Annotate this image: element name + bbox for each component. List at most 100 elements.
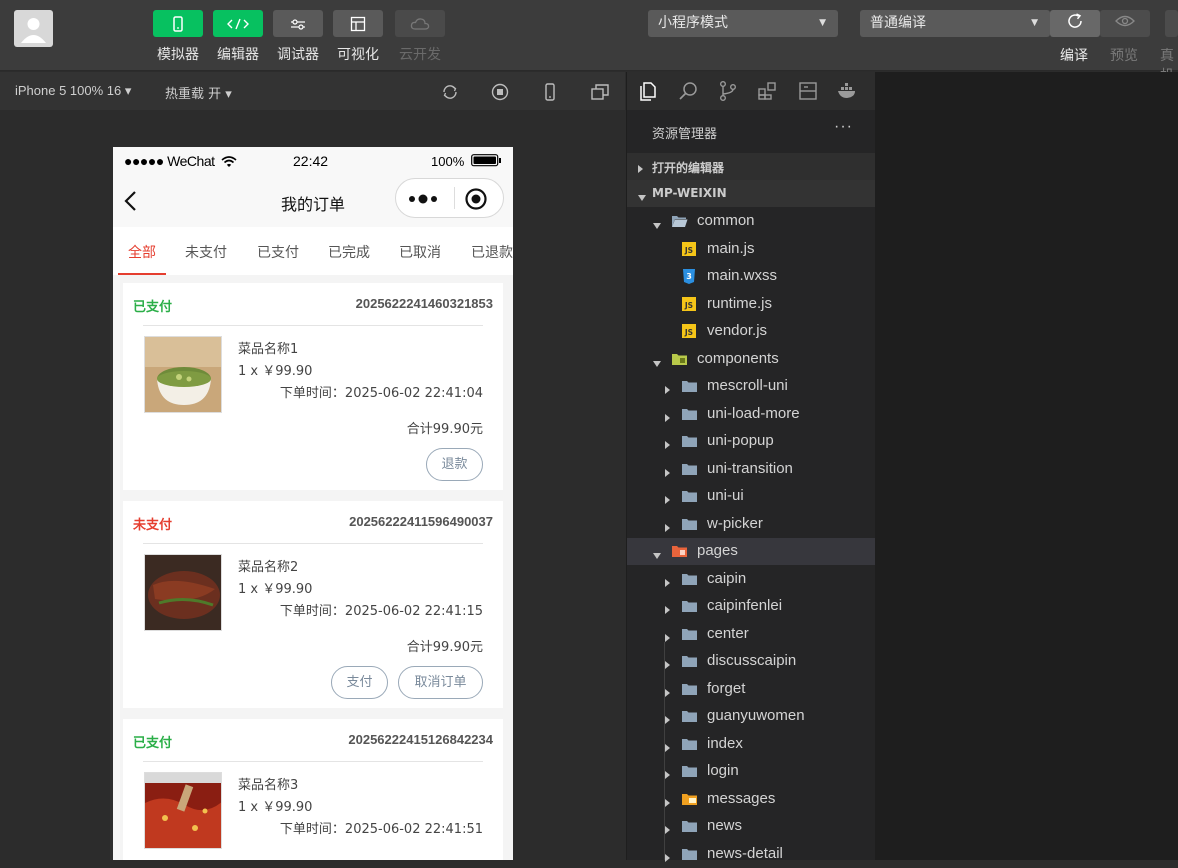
detach-window-icon[interactable] (589, 81, 611, 103)
tree-item-label: login (707, 762, 739, 779)
cloud-icon (395, 10, 445, 37)
record-icon[interactable] (489, 81, 511, 103)
hot-reload-toggle[interactable]: 热重载 开 ▾ (165, 83, 232, 102)
open-editors-section[interactable]: 打开的编辑器 (627, 153, 876, 180)
chevron-down-icon (652, 217, 662, 235)
cloud-tool[interactable]: 云开发 (395, 10, 445, 64)
refresh-icon (1066, 12, 1084, 35)
storage-icon[interactable] (797, 80, 819, 102)
search-icon[interactable] (677, 80, 699, 102)
folder-icon (681, 378, 698, 394)
folder-icon (681, 763, 698, 779)
refund-button[interactable]: 退款 (426, 448, 483, 481)
tree-folder-pages[interactable]: pages (627, 538, 876, 565)
tree-folder-common[interactable]: common (627, 208, 876, 235)
order-status: 已支付 (133, 300, 173, 315)
order-card[interactable]: 未支付 2025622241159649003​7 菜品名称2 1 x ￥99.… (123, 501, 503, 708)
phone-icon[interactable] (539, 81, 561, 103)
tree-folder-uni-ui[interactable]: uni-ui (627, 483, 876, 510)
tree-file-main-js[interactable]: JS main.js (627, 236, 876, 263)
tree-item-label: runtime.js (707, 294, 773, 312)
user-avatar[interactable] (14, 10, 53, 47)
dish-name: 菜品名称2 (238, 560, 299, 575)
order-card[interactable]: 已支付 2025622241512684223​4 菜品名称3 1 x ￥99.… (123, 719, 503, 860)
explorer-title: 资源管理器 (652, 127, 718, 142)
cancel-order-button[interactable]: 取消订单 (398, 666, 483, 699)
tab-unpaid[interactable]: 未支付 (185, 242, 227, 262)
tree-folder-caipinfenlei[interactable]: caipinfenlei (627, 593, 876, 620)
dish-qty-price: 1 x ￥99.90 (238, 582, 313, 597)
order-card[interactable]: 已支付 2025622241460321853 菜品名称1 1 x ￥99.90… (123, 283, 503, 490)
tree-item-label: w-picker (707, 514, 763, 532)
explorer-panel: 资源管理器 ··· 打开的编辑器 MP-WEIXIN common JS main.… (626, 72, 876, 862)
chevron-right-icon (664, 437, 672, 455)
editor-tool[interactable]: 编辑器 (213, 10, 263, 64)
simulator-label: 模拟器 (157, 47, 199, 63)
tree-folder-uni-popup[interactable]: uni-popup (627, 428, 876, 455)
svg-text:JS: JS (684, 328, 693, 337)
simulator-tool[interactable]: 模拟器 (153, 10, 203, 64)
tree-folder-uni-transition[interactable]: uni-transition (627, 456, 876, 483)
more-actions-icon[interactable]: ··· (834, 118, 853, 136)
indent-guide (664, 642, 665, 860)
realdevice-button[interactable] (1165, 10, 1178, 37)
tree-item-label: common (697, 212, 755, 229)
extensions-icon[interactable] (756, 80, 778, 102)
tree-file-runtime-js[interactable]: JS runtime.js (627, 291, 876, 318)
order-tabs: 全部 未支付 已支付 已完成 已取消 已退款 (113, 227, 513, 275)
pay-button[interactable]: 支付 (331, 666, 388, 699)
eye-icon (1115, 14, 1135, 33)
tree-item-label: vendor.js (707, 322, 768, 339)
tree-item-label: mescroll-uni (707, 377, 788, 394)
tree-item-label: news (707, 817, 743, 834)
compile-select-value: 普通编译 (870, 15, 926, 31)
mode-select[interactable]: 小程序模式 ▼ (648, 10, 838, 37)
dish-image (144, 554, 222, 631)
tree-folder-components[interactable]: components (627, 346, 876, 373)
more-icon[interactable] (408, 192, 438, 210)
tab-refunded[interactable]: 已退款 (471, 242, 513, 262)
tab-all[interactable]: 全部 (128, 242, 156, 262)
tree-item-label: discusscaipin (707, 652, 797, 669)
dish-image (144, 336, 222, 413)
device-select[interactable]: iPhone 5 100% 16 ▾ (15, 83, 131, 99)
rotate-icon[interactable] (439, 81, 461, 103)
phone-screen: ●●●●● WeChat 22:42 100% 我的订单 全部 未支付 已支付 … (113, 147, 513, 860)
tree-item-label: uni-transition (707, 459, 793, 477)
chevron-right-icon (664, 795, 672, 813)
carrier-text: ●●●●● WeChat (124, 153, 215, 169)
tree-file-vendor-js[interactable]: JS vendor.js (627, 318, 876, 345)
tree-item-label: pages (697, 542, 738, 559)
svg-text:JS: JS (684, 301, 693, 310)
docker-icon[interactable] (836, 80, 858, 102)
chevron-down-icon (652, 547, 662, 565)
tree-item-label: main.wxss (707, 267, 778, 284)
visual-tool[interactable]: 可视化 (333, 10, 383, 64)
card-divider (143, 325, 483, 326)
editor-label: 编辑器 (217, 47, 259, 63)
compile-button[interactable] (1050, 10, 1100, 37)
order-time: 下单时间：2025-06-02 22:41:51 (279, 822, 483, 837)
tree-file-main-wxss[interactable]: 3 main.wxss (627, 263, 876, 290)
tree-folder-caipin[interactable]: caipin (627, 566, 876, 593)
project-section[interactable]: MP-WEIXIN (627, 180, 876, 207)
order-number: 2025622241159649003​7 (349, 514, 493, 529)
chevron-right-icon (664, 767, 672, 785)
chevron-right-icon (664, 740, 672, 758)
tab-paid[interactable]: 已支付 (257, 242, 299, 262)
tab-completed[interactable]: 已完成 (328, 242, 370, 262)
active-tab-indicator (118, 273, 166, 275)
tree-folder-w-picker[interactable]: w-picker (627, 511, 876, 538)
tree-item-label: guanyuwomen (707, 707, 805, 724)
debugger-tool[interactable]: 调试器 (273, 10, 323, 64)
js-file-icon: JS (681, 296, 698, 312)
source-control-icon[interactable] (717, 80, 739, 102)
tab-cancelled[interactable]: 已取消 (399, 242, 441, 262)
tree-folder-mescroll-uni[interactable]: mescroll-uni (627, 373, 876, 400)
activity-bar (627, 72, 876, 110)
tree-folder-uni-load-more[interactable]: uni-load-more (627, 401, 876, 428)
compile-select[interactable]: 普通编译 ▼ (860, 10, 1050, 37)
files-icon[interactable] (637, 80, 659, 102)
preview-button[interactable] (1100, 10, 1150, 37)
close-miniprogram-icon[interactable] (464, 187, 488, 216)
